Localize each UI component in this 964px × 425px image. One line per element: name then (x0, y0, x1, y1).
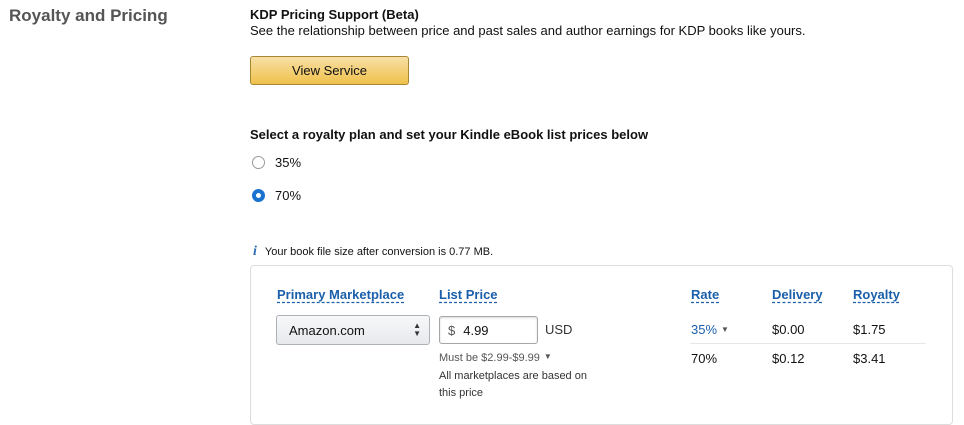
section-title: Royalty and Pricing (9, 6, 168, 25)
price-range-dropdown[interactable]: Must be $2.99-$9.99 ▼ (439, 352, 552, 364)
radio-70-label: 70% (275, 188, 302, 203)
header-delivery[interactable]: Delivery (772, 287, 823, 302)
marketplaces-note-line1: All marketplaces are based on (439, 370, 587, 382)
kdp-pricing-title: KDP Pricing Support (Beta) (250, 7, 419, 22)
marketplace-select-value: Amazon.com (289, 322, 365, 338)
header-rate[interactable]: Rate (691, 287, 719, 302)
royalty-option-70[interactable]: 70% (252, 188, 301, 203)
delivery-70-value: $0.12 (772, 351, 805, 366)
royalty-option-35[interactable]: 35% (252, 155, 301, 170)
marketplaces-note-line2: this price (439, 387, 484, 399)
header-royalty[interactable]: Royalty (853, 287, 900, 302)
rate-35-value: 35% (691, 322, 718, 337)
royalty-35-value: $1.75 (853, 322, 886, 337)
royalty-plan-heading: Select a royalty plan and set your Kindl… (250, 127, 649, 142)
marketplace-select[interactable]: Amazon.com ▲ ▼ (276, 315, 430, 345)
rate-70-value: 70% (691, 351, 718, 366)
rate-dropdown[interactable]: 35% ▼ (691, 322, 729, 337)
radio-70-button[interactable] (252, 189, 265, 202)
radio-35-button[interactable] (252, 156, 265, 169)
list-price-field[interactable]: $ (439, 316, 538, 344)
kdp-pricing-description: See the relationship between price and p… (250, 23, 806, 38)
info-icon: i (253, 244, 257, 259)
caret-down-icon: ▼ (721, 325, 729, 334)
royalty-70-value: $3.41 (853, 351, 886, 366)
file-size-info: i Your book file size after conversion i… (253, 244, 493, 260)
delivery-35-value: $0.00 (772, 322, 805, 337)
file-size-text: Your book file size after conversion is … (264, 246, 494, 258)
radio-35-label: 35% (275, 155, 302, 170)
currency-code: USD (545, 322, 573, 337)
header-list-price[interactable]: List Price (439, 287, 498, 302)
caret-down-icon: ▼ (543, 352, 552, 361)
view-service-button[interactable]: View Service (250, 56, 409, 85)
chevron-updown-icon: ▲ ▼ (413, 321, 421, 338)
header-primary-marketplace[interactable]: Primary Marketplace (277, 287, 404, 302)
currency-symbol: $ (448, 322, 456, 338)
row-divider (690, 343, 926, 344)
list-price-input[interactable] (463, 322, 524, 338)
price-range-text: Must be $2.99-$9.99 (439, 352, 540, 364)
